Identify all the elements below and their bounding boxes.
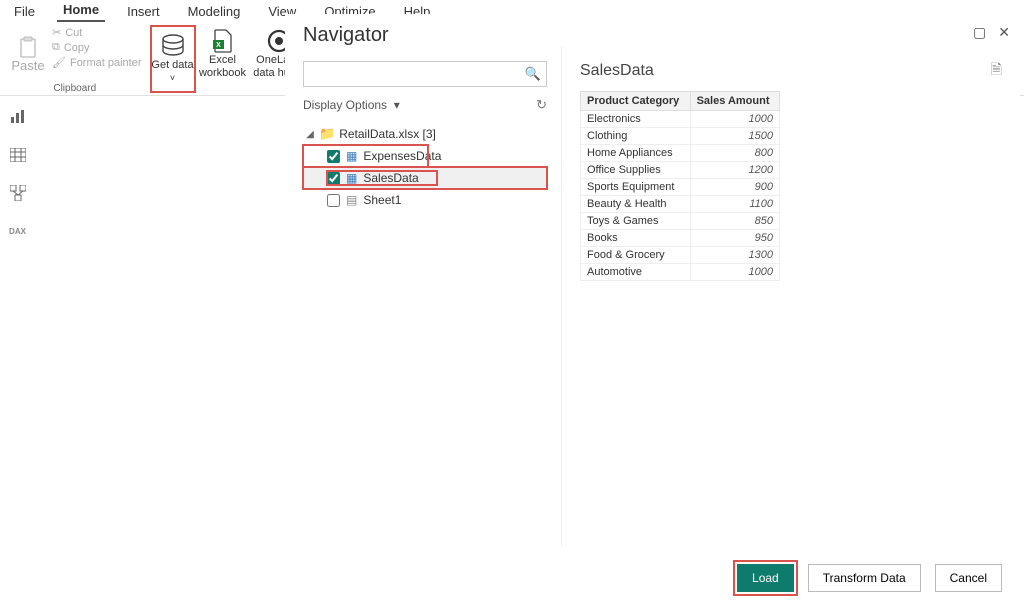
dax-view-icon[interactable]: DAX [6,219,30,243]
cancel-button[interactable]: Cancel [935,564,1002,592]
navigator-tree-panel: 🔍 Display Options ▾ ↻ ◢ 📁 RetailData.xls… [303,47,561,547]
preview-table: Product Category Sales Amount Electronic… [580,91,780,281]
close-icon[interactable]: ✕ [998,24,1010,41]
table-icon: ▦ [346,171,357,185]
excel-file-icon: X [212,28,234,54]
tree-item-salesdata[interactable]: ▦ SalesData [303,167,547,189]
refresh-icon[interactable]: ↻ [536,97,547,113]
table-row[interactable]: Clothing1500 [581,128,780,145]
navigator-tree: ◢ 📁 RetailData.xlsx [3] ▦ ExpensesData ▦… [303,123,547,211]
column-header[interactable]: Sales Amount [690,92,779,111]
copy-button: ⧉Copy [52,41,142,54]
table-row[interactable]: Electronics1000 [581,111,780,128]
table-row[interactable]: Automotive1000 [581,264,780,281]
model-view-icon[interactable] [6,181,30,205]
table-row[interactable]: Books950 [581,230,780,247]
navigator-dialog: Navigator ▢ ✕ 🔍 Display Options ▾ ↻ ◢ 📁 … [285,14,1020,606]
checkbox-sheet1[interactable] [327,194,340,207]
transform-data-button[interactable]: Transform Data [808,564,921,592]
caret-down-icon: ◢ [305,129,315,140]
paste-button: Paste [8,26,48,82]
table-row[interactable]: Beauty & Health1100 [581,196,780,213]
scissors-icon: ✂ [52,26,61,39]
checkbox-expensesdata[interactable] [327,150,340,163]
tab-insert[interactable]: Insert [121,2,166,22]
table-icon: ▦ [346,149,357,163]
data-view-icon[interactable] [6,143,30,167]
table-row[interactable]: Toys & Games850 [581,213,780,230]
tab-home[interactable]: Home [57,0,105,22]
copy-icon: ⧉ [52,41,60,54]
maximize-icon[interactable]: ▢ [973,24,986,41]
table-row[interactable]: Sports Equipment900 [581,179,780,196]
svg-text:X: X [216,42,221,49]
tree-root[interactable]: ◢ 📁 RetailData.xlsx [3] [303,123,547,145]
clipboard-icon [18,36,38,58]
tree-item-expensesdata[interactable]: ▦ ExpensesData [303,145,428,167]
cut-button: ✂Cut [52,26,142,39]
dialog-title: Navigator [303,24,389,47]
preview-title: SalesData [580,62,654,80]
brush-icon: 🖌 [52,56,66,69]
preview-options-icon[interactable]: 🗎 [991,59,1002,83]
table-row[interactable]: Food & Grocery1300 [581,247,780,264]
checkbox-salesdata[interactable] [327,172,340,185]
view-rail: DAX [0,95,35,243]
sheet-icon: ▤ [346,193,357,207]
format-painter-button: 🖌Format painter [52,56,142,69]
load-button[interactable]: Load [737,564,794,592]
ribbon-group-data: Get data ˅ X Excel workbook OneLake data… [151,22,307,95]
report-view-icon[interactable] [6,105,30,129]
database-icon [160,33,186,59]
search-input[interactable] [303,61,547,87]
column-header[interactable]: Product Category [581,92,691,111]
table-row[interactable]: Office Supplies1200 [581,162,780,179]
tree-item-sheet1[interactable]: ▤ Sheet1 [303,189,547,211]
excel-workbook-button[interactable]: X Excel workbook [195,26,251,82]
clipboard-group-label: Clipboard [8,82,142,96]
tab-file[interactable]: File [8,2,41,22]
table-row[interactable]: Home Appliances800 [581,145,780,162]
preview-panel: SalesData 🗎 Product Category Sales Amoun… [561,47,1002,547]
dialog-button-bar: Load Transform Data Cancel [737,564,1002,592]
display-options-dropdown[interactable]: Display Options ▾ [303,98,400,112]
tab-modeling[interactable]: Modeling [182,2,247,22]
folder-icon: 📁 [319,126,335,142]
ribbon-group-clipboard: Paste ✂Cut ⧉Copy 🖌Format painter Clipboa… [0,22,150,95]
